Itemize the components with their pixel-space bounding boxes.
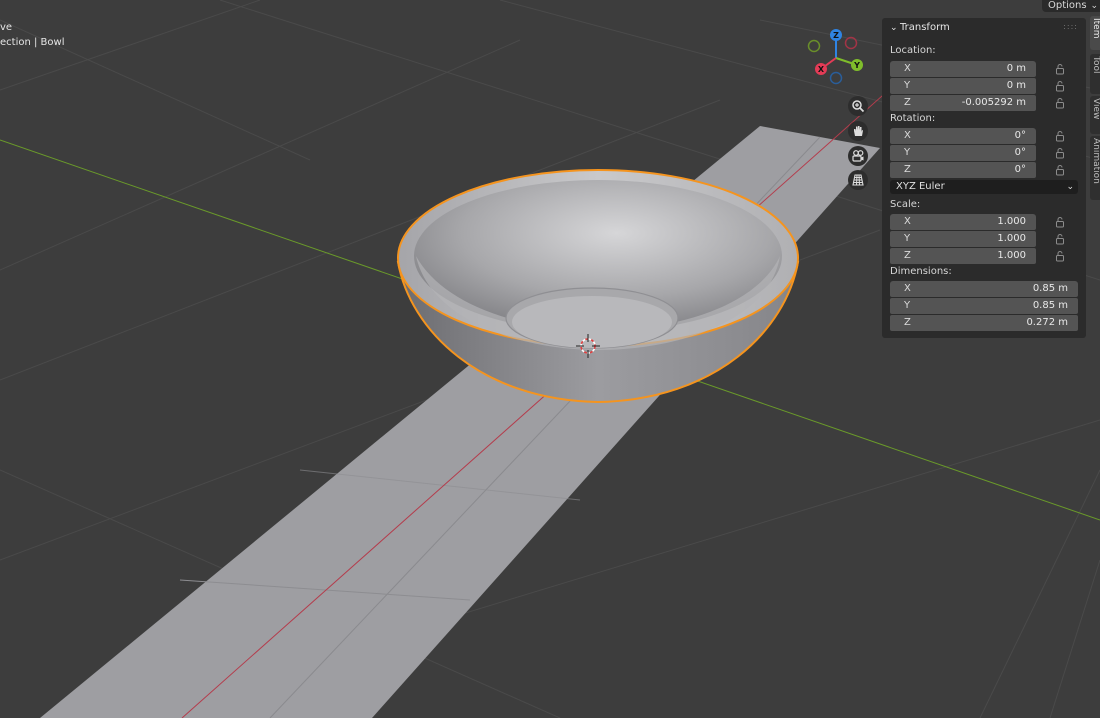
navigation-gizmo[interactable]: Z Y X — [806, 28, 868, 90]
y-axis-label: Y — [853, 61, 860, 70]
rotation-x-field[interactable]: X 0° — [890, 128, 1036, 144]
scale-x-field[interactable]: X 1.000 — [890, 214, 1036, 230]
drag-handle-icon[interactable]: :::: — [1063, 22, 1078, 31]
camera-view-icon[interactable] — [848, 146, 868, 166]
chevron-down-icon: ⌄ — [890, 23, 898, 33]
lock-scale-z-icon[interactable] — [1055, 250, 1065, 262]
tab-tool[interactable]: Tool — [1090, 54, 1100, 94]
tab-item[interactable]: Item — [1090, 16, 1100, 50]
lock-scale-x-icon[interactable] — [1055, 216, 1065, 228]
dimensions-z-field[interactable]: Z 0.272 m — [890, 315, 1078, 331]
chevron-down-icon: ⌄ — [1090, 1, 1098, 11]
transform-panel: ⌄ Transform :::: Location: X0 m Y0 m Z -0.… — [882, 18, 1086, 338]
x-axis-label: X — [818, 65, 825, 74]
sidebar-tabs: Item Tool View Animation — [1090, 16, 1100, 206]
lock-scale-y-icon[interactable] — [1055, 233, 1065, 245]
rotation-label: Rotation: — [890, 113, 936, 124]
dimensions-y-field[interactable]: Y 0.85 m — [890, 298, 1078, 314]
lock-location-z-icon[interactable] — [1055, 97, 1065, 109]
ortho-grid-icon[interactable] — [848, 170, 868, 190]
tab-view[interactable]: View — [1090, 96, 1100, 134]
zoom-icon[interactable] — [848, 96, 868, 116]
pan-hand-icon[interactable] — [848, 121, 868, 141]
transform-panel-header[interactable]: ⌄ Transform — [890, 21, 950, 35]
scale-label: Scale: — [890, 199, 921, 210]
lock-rotation-x-icon[interactable] — [1055, 130, 1065, 142]
location-x-field[interactable]: X0 m — [890, 61, 1036, 77]
neg-z-axis-handle[interactable] — [829, 71, 843, 85]
viewport-mode-label: ve — [0, 22, 13, 33]
location-y-field[interactable]: Y0 m — [890, 78, 1036, 94]
lock-rotation-y-icon[interactable] — [1055, 147, 1065, 159]
location-z-field[interactable]: Z -0.005292 m — [890, 95, 1036, 111]
neg-x-axis-handle[interactable] — [844, 36, 858, 50]
lock-rotation-z-icon[interactable] — [1055, 164, 1065, 176]
tab-animation[interactable]: Animation — [1090, 136, 1100, 200]
lock-location-y-icon[interactable] — [1055, 80, 1065, 92]
rotation-y-field[interactable]: Y 0° — [890, 145, 1036, 161]
options-dropdown[interactable]: Options ⌄ — [1042, 0, 1100, 12]
z-axis-label: Z — [833, 31, 839, 40]
rotation-mode-select[interactable]: XYZ Euler ⌄ — [890, 180, 1078, 194]
rotation-z-field[interactable]: Z 0° — [890, 162, 1036, 178]
lock-location-x-icon[interactable] — [1055, 63, 1065, 75]
neg-y-axis-handle[interactable] — [807, 39, 821, 53]
scale-y-field[interactable]: Y 1.000 — [890, 231, 1036, 247]
dimensions-x-field[interactable]: X 0.85 m — [890, 281, 1078, 297]
chevron-down-icon: ⌄ — [1066, 182, 1074, 192]
location-label: Location: — [890, 45, 936, 56]
dimensions-label: Dimensions: — [890, 266, 952, 277]
collection-object-label: ection | Bowl — [0, 37, 65, 48]
scale-z-field[interactable]: Z 1.000 — [890, 248, 1036, 264]
